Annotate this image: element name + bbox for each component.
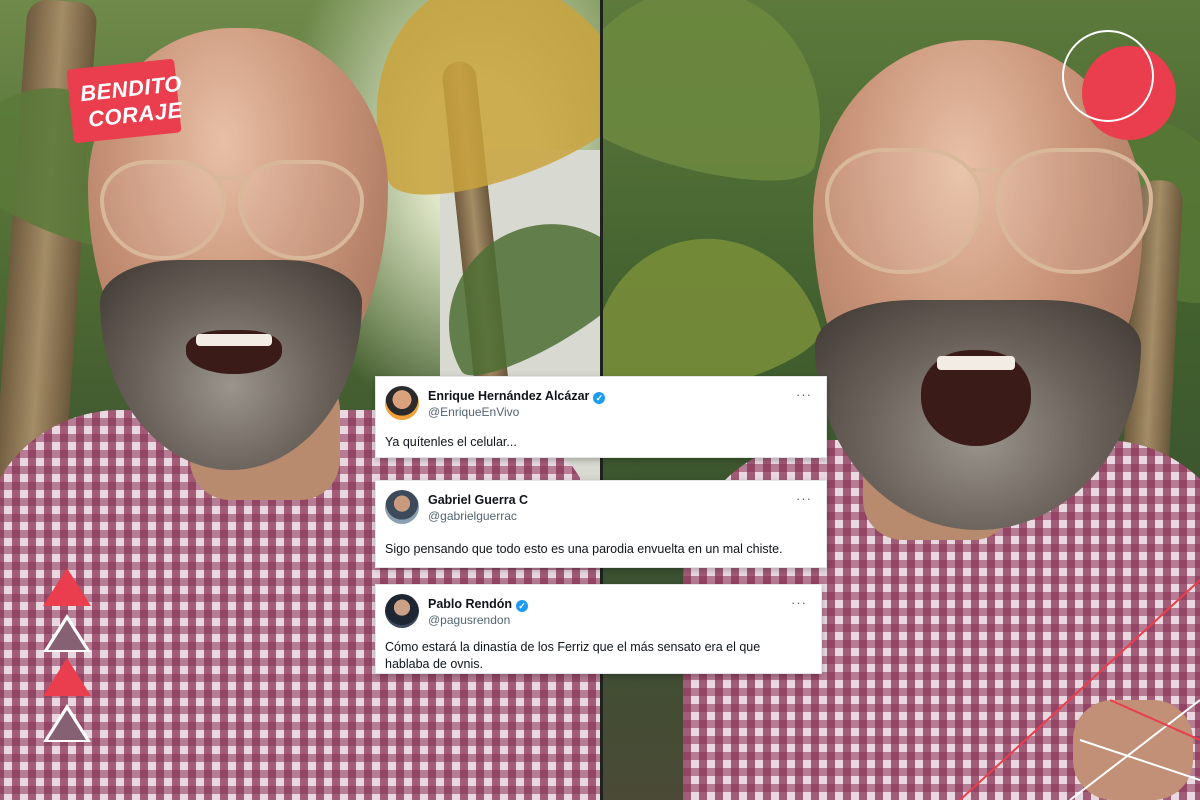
bendito-coraje-logo: BENDITO CORAJE — [64, 58, 184, 144]
teeth — [937, 356, 1015, 370]
more-options-icon[interactable]: ··· — [796, 491, 812, 506]
verified-badge-icon: ✓ — [593, 392, 606, 404]
hand — [1073, 700, 1193, 800]
triangle-outline-icon — [43, 614, 91, 652]
triangle-outline-icon — [43, 704, 91, 742]
tweet-text: Sigo pensando que todo esto es una parod… — [385, 542, 783, 556]
glasses-bridge — [971, 168, 999, 172]
tweet-author-handle[interactable]: @gabrielguerrac — [428, 509, 517, 523]
tweet-text: Cómo estará la dinastía de los Ferriz qu… — [385, 640, 761, 671]
glasses-bridge — [214, 176, 242, 180]
avatar[interactable] — [385, 490, 419, 524]
triangle-filled-icon — [43, 568, 91, 606]
avatar[interactable] — [385, 594, 419, 628]
tweet-card[interactable]: Pablo Rendón ✓ @pagusrendon ··· Cómo esta… — [375, 584, 822, 674]
verified-badge-icon: ✓ — [516, 600, 529, 612]
tweet-author-name[interactable]: Pablo Rendón ✓ — [428, 597, 529, 612]
tweet-card[interactable]: Gabriel Guerra C @gabrielguerrac ··· Sig… — [375, 480, 827, 568]
circle-outline-icon — [1062, 30, 1154, 122]
more-options-icon[interactable]: ··· — [791, 595, 807, 610]
more-options-icon[interactable]: ··· — [796, 387, 812, 402]
author-name-text: Pablo Rendón — [428, 597, 513, 611]
tweet-author-handle[interactable]: @pagusrendon — [428, 613, 510, 627]
teeth — [196, 334, 272, 346]
avatar[interactable] — [385, 386, 419, 420]
tweet-card[interactable]: Enrique Hernández Alcázar ✓ @EnriqueEnViv… — [375, 376, 827, 458]
author-name-text: Gabriel Guerra C — [428, 493, 529, 507]
tweet-author-name[interactable]: Gabriel Guerra C — [428, 493, 528, 507]
triangle-filled-icon — [43, 658, 91, 696]
tweet-author-name[interactable]: Enrique Hernández Alcázar ✓ — [428, 389, 606, 404]
tweet-text: Ya quítenles el celular... — [385, 435, 517, 449]
tweet-author-handle[interactable]: @EnriqueEnVivo — [428, 405, 519, 419]
author-name-text: Enrique Hernández Alcázar — [428, 389, 590, 403]
